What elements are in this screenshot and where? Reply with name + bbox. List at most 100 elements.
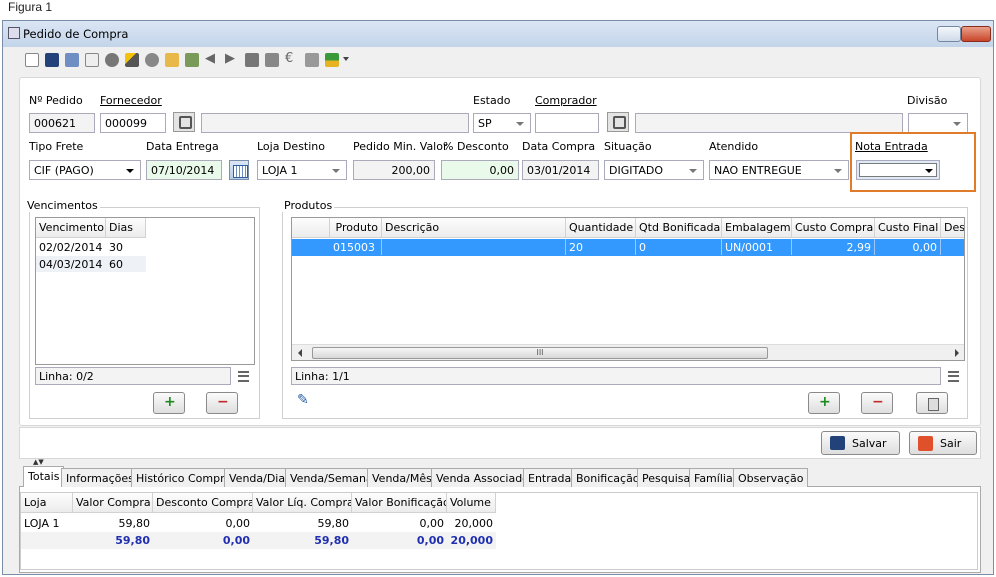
wand-icon[interactable] bbox=[125, 53, 139, 67]
people-icon[interactable] bbox=[245, 53, 259, 67]
produtos-col-produto[interactable]: Produto bbox=[330, 218, 382, 238]
produto-custo-final-cell[interactable]: 0,00 bbox=[875, 239, 941, 255]
fornecedor-name-field[interactable] bbox=[201, 113, 469, 133]
report-icon[interactable] bbox=[165, 53, 179, 67]
tab-observacao[interactable]: Observação bbox=[733, 468, 809, 487]
tab-totais[interactable]: Totais bbox=[23, 466, 65, 487]
vencimento-date-cell[interactable]: 02/02/2014 bbox=[36, 239, 106, 255]
pedido-min-valor-field[interactable]: 200,00 bbox=[353, 160, 435, 180]
tab-venda-dia[interactable]: Venda/Dia bbox=[224, 468, 291, 487]
tab-bonificacao[interactable]: Bonificação bbox=[571, 468, 645, 487]
produto-custo-compra-cell[interactable]: 2,99 bbox=[792, 239, 875, 255]
totais-col-loja[interactable]: Loja bbox=[21, 493, 73, 513]
calendar-icon[interactable] bbox=[229, 160, 249, 180]
produto-embalagem-cell[interactable]: UN/0001 bbox=[722, 239, 792, 255]
vencimentos-col-vencimento[interactable]: Vencimento bbox=[36, 218, 106, 238]
vencimento-date-cell[interactable]: 04/03/2014 bbox=[36, 256, 106, 272]
restore-button[interactable] bbox=[937, 26, 961, 42]
produtos-hscrollbar[interactable]: III bbox=[292, 344, 964, 360]
transfer-icon[interactable] bbox=[185, 53, 199, 67]
tab-pesquisa[interactable]: Pesquisa bbox=[637, 468, 696, 487]
atendido-select[interactable]: NAO ENTREGUE bbox=[709, 160, 849, 180]
vencimento-dias-cell[interactable]: 30 bbox=[106, 239, 146, 255]
divisao-select[interactable] bbox=[908, 113, 968, 133]
comprador-name-field[interactable] bbox=[635, 113, 903, 133]
produto-quantidade-cell[interactable]: 20 bbox=[566, 239, 636, 255]
copy-icon[interactable] bbox=[85, 53, 99, 67]
produtos-col-custo-final[interactable]: Custo Final bbox=[875, 218, 941, 238]
tab-venda-mes[interactable]: Venda/Mês bbox=[367, 468, 437, 487]
produtos-menu-icon[interactable] bbox=[948, 371, 959, 382]
download-icon[interactable] bbox=[325, 53, 339, 67]
produto-des-cell[interactable] bbox=[941, 239, 964, 255]
comprador-code-field[interactable] bbox=[535, 113, 599, 133]
totais-col-valor-bonificacao[interactable]: Valor Bonificação bbox=[352, 493, 447, 513]
desconto-field[interactable]: 0,00 bbox=[441, 160, 519, 180]
produtos-col-embalagem[interactable]: Embalagem bbox=[722, 218, 792, 238]
tab-venda-associado[interactable]: Venda Associado bbox=[431, 468, 534, 487]
tab-venda-semana[interactable]: Venda/Semana bbox=[285, 468, 378, 487]
save-icon[interactable] bbox=[45, 53, 59, 67]
salvar-button[interactable]: Salvar bbox=[821, 431, 900, 455]
produto-descricao-cell[interactable] bbox=[382, 239, 566, 255]
numero-pedido-field[interactable]: 000621 bbox=[29, 113, 95, 133]
produtos-col-des[interactable]: Des bbox=[941, 218, 964, 238]
delete-produto-button[interactable] bbox=[916, 392, 948, 414]
totais-col-valor-compra[interactable]: Valor Compra bbox=[73, 493, 153, 513]
fornecedor-label[interactable]: Fornecedor bbox=[100, 94, 162, 107]
totais-col-desconto-compra[interactable]: Desconto Compra bbox=[153, 493, 253, 513]
divisao-label: Divisão bbox=[907, 94, 948, 107]
print-icon[interactable] bbox=[65, 53, 79, 67]
comprador-label[interactable]: Comprador bbox=[535, 94, 597, 107]
add-produto-button[interactable] bbox=[808, 392, 840, 414]
data-entrega-field[interactable]: 07/10/2014 bbox=[146, 160, 222, 180]
vencimentos-grid: Vencimento Dias 02/02/2014 30 04/03/2014… bbox=[35, 217, 255, 365]
close-window-button[interactable] bbox=[961, 26, 991, 42]
stop-icon[interactable] bbox=[305, 53, 319, 67]
tipo-frete-select[interactable]: CIF (PAGO) bbox=[29, 160, 141, 180]
dropdown-arrow-icon[interactable] bbox=[343, 57, 349, 61]
gear-icon[interactable] bbox=[145, 53, 159, 67]
scroll-right-icon[interactable] bbox=[955, 349, 959, 357]
produto-qtd-bonificada-cell[interactable]: 0 bbox=[636, 239, 722, 255]
tab-entrada[interactable]: Entrada bbox=[523, 468, 577, 487]
totais-sum-valor-liq-compra: 59,80 bbox=[314, 534, 349, 547]
scroll-left-icon[interactable] bbox=[298, 349, 302, 357]
prev-icon[interactable]: ◀ bbox=[205, 52, 219, 67]
euro-icon[interactable]: € bbox=[285, 52, 299, 67]
totais-col-volume[interactable]: Volume bbox=[447, 493, 496, 513]
produtos-col-quantidade[interactable]: Quantidade bbox=[566, 218, 636, 238]
nota-entrada-select[interactable] bbox=[856, 160, 940, 180]
fornecedor-code-field[interactable]: 000099 bbox=[100, 113, 166, 133]
fornecedor-lookup-icon[interactable] bbox=[173, 112, 195, 132]
produtos-col-custo-compra[interactable]: Custo Compra bbox=[792, 218, 875, 238]
scroll-thumb[interactable]: III bbox=[312, 347, 768, 359]
undo-icon[interactable] bbox=[105, 53, 119, 67]
loja-destino-select[interactable]: LOJA 1 bbox=[257, 160, 347, 180]
atendido-label: Atendido bbox=[709, 140, 759, 153]
vencimentos-menu-icon[interactable] bbox=[238, 371, 249, 382]
remove-vencimento-button[interactable] bbox=[206, 392, 238, 414]
sair-button[interactable]: Sair bbox=[909, 431, 977, 455]
comprador-lookup-icon[interactable] bbox=[607, 112, 629, 132]
new-icon[interactable] bbox=[25, 53, 39, 67]
tab-historico-compra[interactable]: Histórico Compra bbox=[131, 468, 237, 487]
produtos-col-descricao[interactable]: Descrição bbox=[382, 218, 566, 238]
splitter-arrows-icon[interactable]: ▲▼ bbox=[33, 458, 44, 466]
next-icon[interactable]: ▶ bbox=[225, 52, 239, 67]
produtos-col-qtd-bonificada[interactable]: Qtd Bonificada bbox=[636, 218, 722, 238]
tab-informacoes[interactable]: Informações bbox=[61, 468, 139, 487]
tab-familia[interactable]: Família bbox=[689, 468, 738, 487]
remove-produto-button[interactable] bbox=[861, 392, 893, 414]
data-compra-field[interactable]: 03/01/2014 bbox=[522, 160, 599, 180]
add-vencimento-button[interactable] bbox=[153, 392, 185, 414]
vencimento-dias-cell[interactable]: 60 bbox=[106, 256, 146, 272]
send-icon[interactable] bbox=[265, 53, 279, 67]
situacao-select[interactable]: DIGITADO bbox=[604, 160, 704, 180]
estado-select[interactable]: SP bbox=[473, 113, 531, 133]
totais-col-valor-liq-compra[interactable]: Valor Líq. Compra bbox=[253, 493, 352, 513]
vencimentos-col-dias[interactable]: Dias bbox=[106, 218, 146, 238]
produto-code-cell[interactable]: 015003 bbox=[330, 239, 382, 255]
pin-icon[interactable]: ✎ bbox=[297, 393, 311, 407]
nota-entrada-label[interactable]: Nota Entrada bbox=[855, 140, 928, 153]
